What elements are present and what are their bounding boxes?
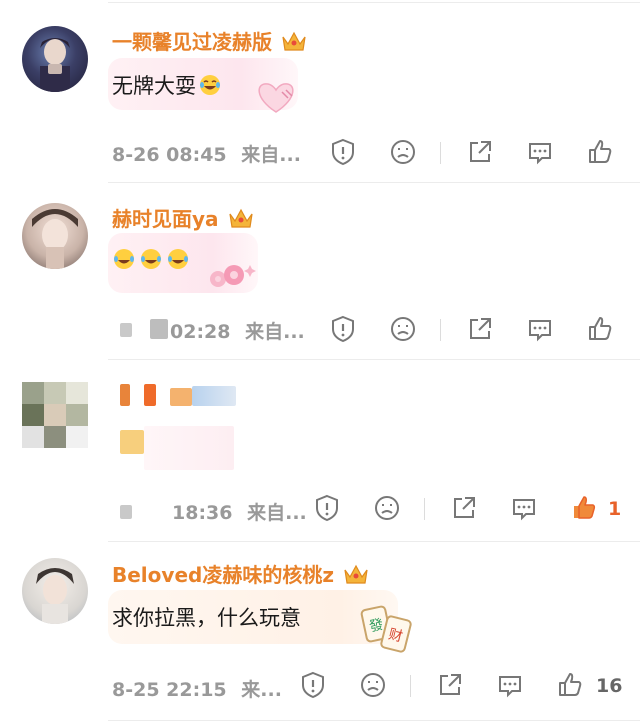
avatar-image [36,568,74,624]
report-icon[interactable] [328,137,358,167]
like-icon[interactable] [585,314,615,344]
report-icon[interactable] [298,670,328,700]
laugh-cry-emoji-icon [114,249,188,269]
comment-icon[interactable] [525,137,555,167]
report-icon[interactable] [328,314,358,344]
divider [108,720,640,721]
username[interactable]: 一颗馨见过凌赫版 [112,26,308,55]
dislike-face-icon[interactable] [388,314,418,344]
dislike-face-icon[interactable] [372,493,402,523]
comment-item: 赫时见面ya 02:28 来自... [0,183,640,360]
flower-decoration-icon [210,265,256,287]
comment-icon[interactable] [525,314,555,344]
separator [410,675,411,697]
share-icon[interactable] [435,670,465,700]
share-icon[interactable] [465,314,495,344]
avatar[interactable] [22,203,88,269]
crown-badge-icon [344,564,368,584]
timestamp: 18:36 来自... [172,502,307,524]
avatar-censored[interactable] [22,382,88,448]
separator [440,319,441,341]
like-count: 1 [608,498,622,520]
divider [108,2,640,3]
like-count: 16 [596,675,623,697]
report-icon[interactable] [312,493,342,523]
censored-username [192,386,236,406]
comment-icon[interactable] [509,493,539,523]
censored-text [144,426,234,470]
avatar[interactable] [22,558,88,624]
comment-icon[interactable] [495,670,525,700]
separator [440,142,441,164]
separator [424,498,425,520]
mahjong-sticker-icon: 發 财 [360,605,412,653]
avatar[interactable] [22,26,88,92]
share-icon[interactable] [449,493,479,523]
avatar-image [40,38,70,92]
heart-decoration-icon [258,83,294,113]
avatar-image [32,209,78,269]
dislike-face-icon[interactable] [388,137,418,167]
censored-username [170,388,192,406]
comment-item: 一颗馨见过凌赫版 无牌大耍 8-26 08:45 来自... [0,0,640,183]
dislike-face-icon[interactable] [358,670,388,700]
comment-text: 无牌大耍 [112,70,222,100]
crown-badge-icon [282,31,306,51]
comment-text: 求你拉黑，什么玩意 [112,606,301,630]
crown-badge-icon [228,208,253,228]
censored-block [120,323,132,337]
censored-text [120,430,144,454]
share-icon[interactable] [465,137,495,167]
comment-item: Beloved凌赫味的核桃z 求你拉黑，什么玩意 發 财 8-25 22:15 … [0,542,640,725]
timestamp: 8-25 22:15 来... [112,679,282,701]
comment-item: 18:36 来自... 1 [0,360,640,542]
censored-block [120,505,132,519]
laugh-cry-emoji-icon [200,75,220,95]
like-icon[interactable] [555,670,585,700]
comment-text [112,247,190,271]
username[interactable]: 赫时见面ya [112,203,255,232]
timestamp: 8-26 08:45 来自... [112,144,301,166]
censored-username [120,384,130,406]
timestamp: 02:28 来自... [170,321,305,343]
like-icon-active[interactable] [569,493,599,523]
username[interactable]: Beloved凌赫味的核桃z [112,559,370,588]
censored-avatar-image [22,382,88,448]
censored-block [150,319,168,339]
censored-username [144,384,156,406]
like-icon[interactable] [585,137,615,167]
